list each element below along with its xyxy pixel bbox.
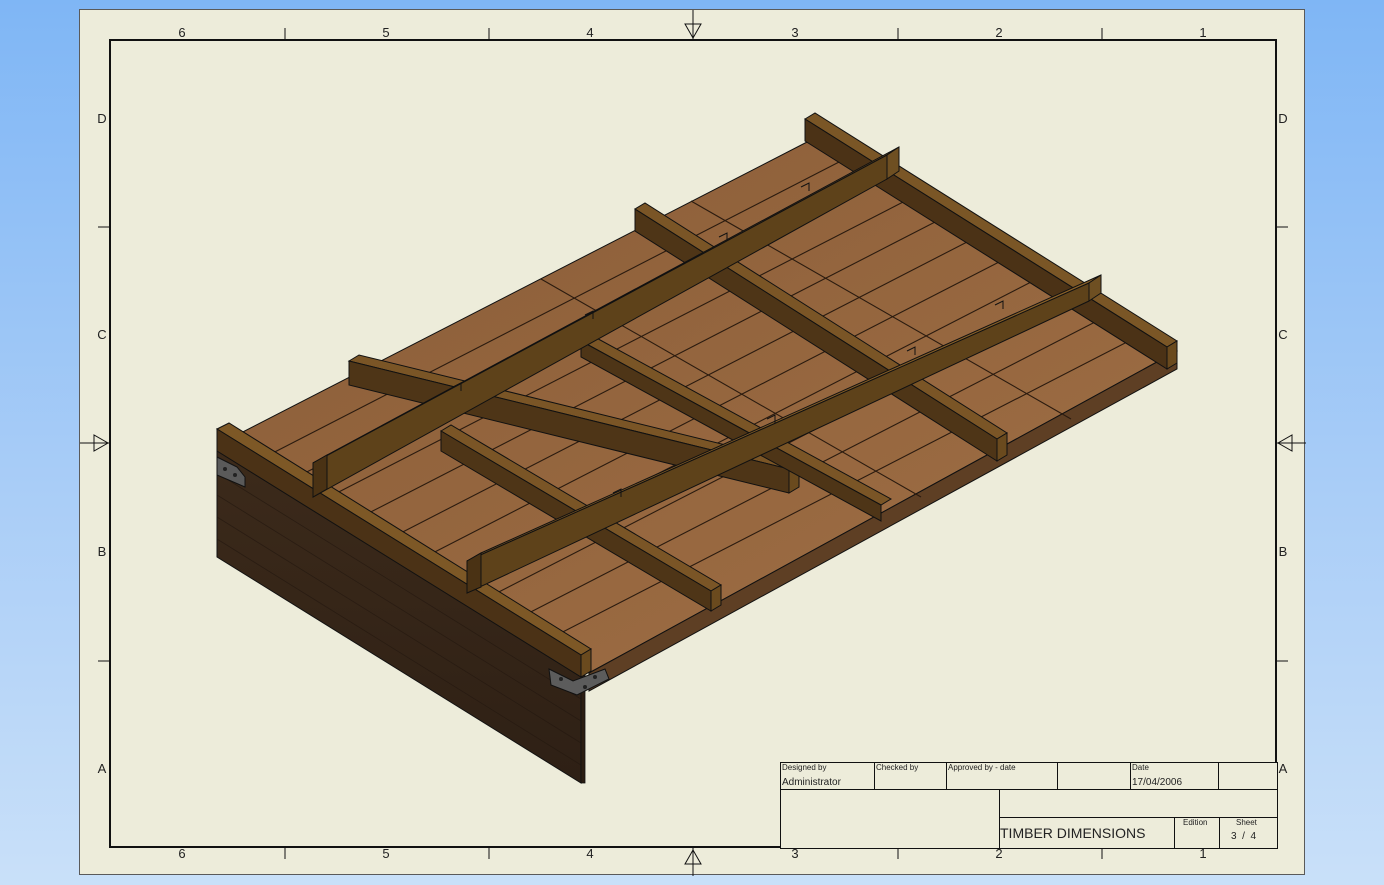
- edition-cell: Edition: [1175, 818, 1220, 849]
- zone-col-3-top: 3: [791, 25, 799, 40]
- drawing-title: TIMBER DIMENSIONS: [1000, 825, 1146, 841]
- date-label: Date: [1132, 763, 1149, 772]
- zone-col-4-bottom: 4: [586, 846, 594, 861]
- approved-by-label: Approved by - date: [948, 763, 1016, 772]
- logo-cell: [781, 790, 1000, 849]
- border-ticks: [80, 10, 1306, 876]
- designed-by-label: Designed by: [782, 763, 827, 772]
- edition-label: Edition: [1183, 818, 1208, 827]
- date-value: 17/04/2006: [1132, 777, 1183, 788]
- checked-by-label: Checked by: [876, 763, 919, 772]
- zone-row-d-right: D: [1278, 111, 1288, 126]
- center-mark-right: [1276, 434, 1306, 452]
- zone-row-c-left: C: [97, 327, 107, 342]
- zone-col-1-top: 1: [1199, 25, 1207, 40]
- center-mark-top: [684, 10, 702, 40]
- subtitle-cell: [1000, 790, 1278, 818]
- center-mark-bottom: [684, 848, 702, 876]
- designed-by-value: Administrator: [782, 777, 841, 788]
- approved-by-cell: Approved by - date: [947, 763, 1058, 790]
- title-cell: TIMBER DIMENSIONS: [1000, 818, 1175, 849]
- designed-by-cell: Designed by Administrator: [781, 763, 875, 790]
- date-cell: Date 17/04/2006: [1131, 763, 1219, 790]
- drawing-sheet: 6 5 4 3 2 1 6 5 4 3 2 1 D C B A D C B A …: [79, 9, 1306, 876]
- center-mark-left: [80, 434, 110, 452]
- zone-row-a-left: A: [97, 761, 107, 776]
- zone-col-2-top: 2: [995, 25, 1003, 40]
- zone-col-4-top: 4: [586, 25, 594, 40]
- sheet-label: Sheet: [1236, 818, 1257, 827]
- approved-date-cell: [1058, 763, 1131, 790]
- zone-col-6-top: 6: [178, 25, 186, 40]
- zone-col-5-top: 5: [382, 25, 390, 40]
- zone-row-d-left: D: [97, 111, 107, 126]
- zone-row-c-right: C: [1278, 327, 1288, 342]
- sheet-value: 3 / 4: [1231, 831, 1257, 842]
- sheet-cell: Sheet 3 / 4: [1220, 818, 1278, 849]
- zone-row-b-left: B: [97, 544, 107, 559]
- checked-by-cell: Checked by: [875, 763, 947, 790]
- blank-top-cell: [1219, 763, 1278, 790]
- zone-row-b-right: B: [1278, 544, 1288, 559]
- title-block: Designed by Administrator Checked by App…: [780, 762, 1278, 849]
- zone-col-5-bottom: 5: [382, 846, 390, 861]
- zone-col-6-bottom: 6: [178, 846, 186, 861]
